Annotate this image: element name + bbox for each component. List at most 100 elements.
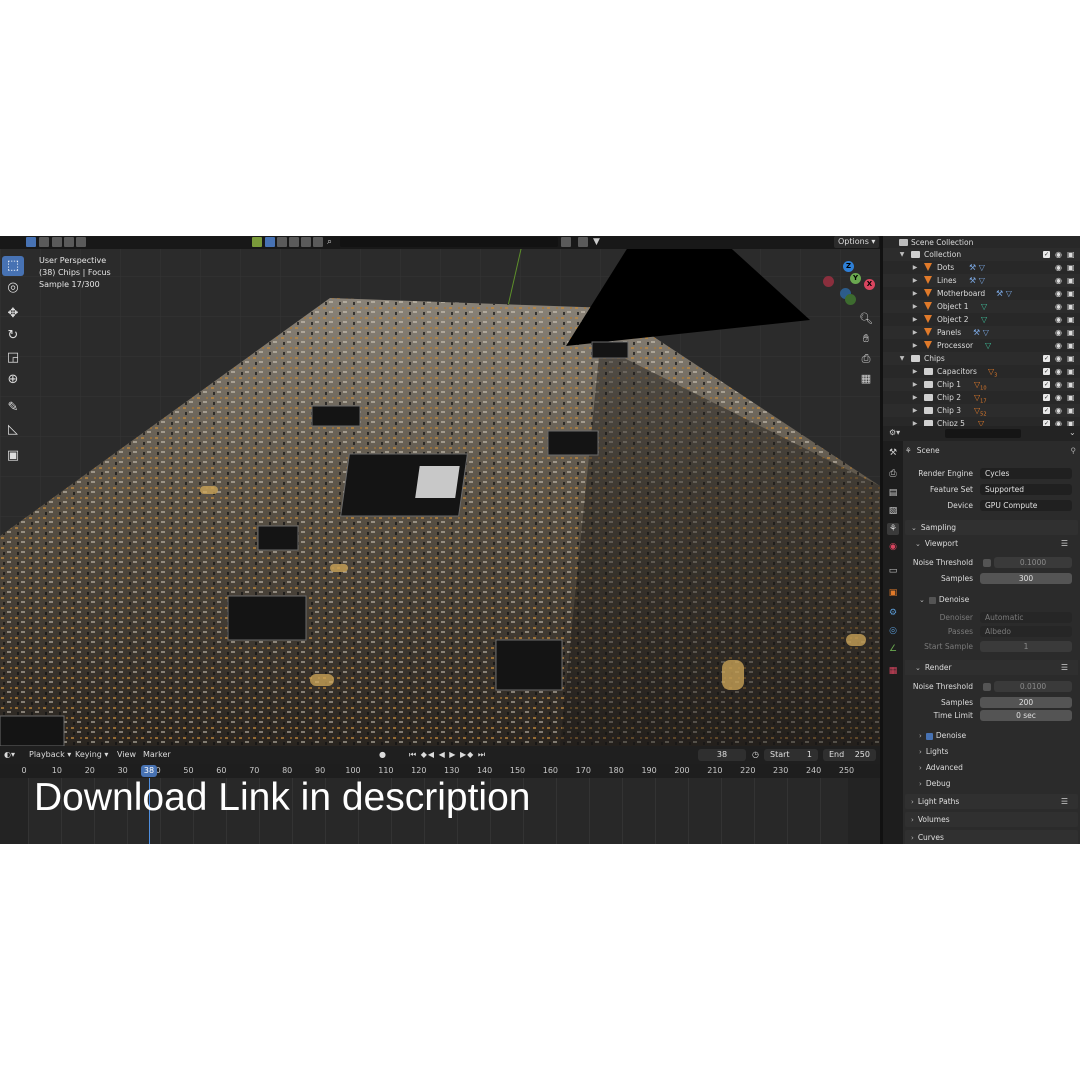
render-denoise-checkbox[interactable] xyxy=(925,732,933,740)
render-camera-icon[interactable]: ▣ xyxy=(1067,404,1075,417)
viewport-subpanel-header[interactable]: ⌄ Viewport ☰ xyxy=(905,536,1078,551)
end-frame-field[interactable]: End 250 xyxy=(823,749,876,761)
visibility-eye-icon[interactable]: ◉ xyxy=(1055,365,1062,378)
gizmo-icon[interactable] xyxy=(313,237,323,247)
viewport-noise-threshold-field[interactable]: 0.1000 xyxy=(994,557,1072,568)
expand-arrow-icon[interactable]: ▶ xyxy=(911,300,919,313)
transform-icon[interactable]: ⊕ xyxy=(2,370,24,390)
outliner-row-capacitors[interactable]: ▶ Capacitors ▽3 ✓ ◉ ▣ xyxy=(883,365,1080,379)
render-denoise-subpanel[interactable]: › Denoise xyxy=(905,728,1078,743)
expand-arrow-icon[interactable]: ▶ xyxy=(911,391,919,404)
select-intersect-icon[interactable] xyxy=(76,237,86,247)
object-tab-icon[interactable]: ▣ xyxy=(887,587,899,599)
render-camera-icon[interactable]: ▣ xyxy=(1067,365,1075,378)
outliner-row-chipz-5[interactable]: ▶ Chipz 5 ▽ ✓ ◉ ▣ xyxy=(883,417,1080,426)
move-icon[interactable]: ✥ xyxy=(2,304,24,324)
advanced-subpanel[interactable]: › Advanced xyxy=(905,760,1078,775)
noise-threshold-checkbox[interactable] xyxy=(983,683,991,691)
render-samples-field[interactable]: 200 xyxy=(980,697,1072,708)
render-subpanel-header[interactable]: ⌄ Render ☰ xyxy=(905,660,1078,675)
outliner-row-object-2[interactable]: ▶ Object 2 ▽ ◉ ▣ xyxy=(883,313,1080,326)
outliner-row-chip-1[interactable]: ▶ Chip 1 ▽10 ✓ ◉ ▣ xyxy=(883,378,1080,392)
noise-threshold-checkbox[interactable] xyxy=(983,559,991,567)
wireframe-shading-icon[interactable] xyxy=(277,237,287,247)
gizmo-z-axis[interactable]: Z xyxy=(843,261,854,272)
outliner-row-motherboard[interactable]: ▶ Motherboard ⚒ ▽ ◉ ▣ xyxy=(883,287,1080,300)
tool-tab-icon[interactable]: ⚒ xyxy=(887,447,899,459)
visibility-eye-icon[interactable]: ◉ xyxy=(1055,326,1062,339)
cursor-icon[interactable]: ◎ xyxy=(2,278,24,298)
view-menu[interactable]: View xyxy=(117,746,136,764)
gizmo-y-axis[interactable]: Y xyxy=(850,273,861,284)
render-camera-icon[interactable]: ▣ xyxy=(1067,378,1075,391)
outliner-row-object-1[interactable]: ▶ Object 1 ▽ ◉ ▣ xyxy=(883,300,1080,313)
start-sample-field[interactable]: 1 xyxy=(980,641,1072,652)
visibility-eye-icon[interactable]: ◉ xyxy=(1055,248,1062,261)
exclude-checkbox[interactable]: ✓ xyxy=(1043,251,1050,258)
gizmo-neg-y[interactable] xyxy=(845,294,856,305)
expand-arrow-icon[interactable]: ▶ xyxy=(911,378,919,391)
outliner-row-processor[interactable]: ▶ Processor ▽ ◉ ▣ xyxy=(883,339,1080,352)
exclude-checkbox[interactable]: ✓ xyxy=(1043,381,1050,388)
modifier-tab-icon[interactable]: ⚙ xyxy=(887,607,899,619)
world-tab-icon[interactable]: ◉ xyxy=(887,541,899,553)
editor-type-icon[interactable]: ⚙▾ xyxy=(889,428,900,437)
material-shading-icon[interactable] xyxy=(289,237,299,247)
collection-tab-icon[interactable]: ▭ xyxy=(887,565,899,577)
marker-menu[interactable]: Marker xyxy=(143,746,171,764)
expand-arrow-icon[interactable]: ▶ xyxy=(911,261,919,274)
playback-menu[interactable]: Playback ▾ xyxy=(29,746,71,764)
visibility-eye-icon[interactable]: ◉ xyxy=(1055,378,1062,391)
expand-arrow-icon[interactable]: ▶ xyxy=(911,404,919,417)
viewport-samples-field[interactable]: 300 xyxy=(980,573,1072,584)
physics-tab-icon[interactable]: ◎ xyxy=(887,625,899,637)
render-camera-icon[interactable]: ▣ xyxy=(1067,261,1075,274)
camera-view-icon[interactable]: ⎙ xyxy=(857,350,875,368)
render-camera-icon[interactable]: ▣ xyxy=(1067,313,1075,326)
presets-list-icon[interactable]: ☰ xyxy=(1061,794,1068,809)
outliner-row-collection[interactable]: ▼ Collection ✓ ◉ ▣ xyxy=(883,248,1080,261)
properties-search-input[interactable] xyxy=(945,429,1021,438)
expand-arrow-icon[interactable]: ▶ xyxy=(911,326,919,339)
sampling-panel-header[interactable]: ⌄ Sampling xyxy=(905,520,1078,535)
constraints-tab-icon[interactable]: ∠ xyxy=(887,643,899,655)
start-frame-field[interactable]: Start 1 xyxy=(764,749,818,761)
render-camera-icon[interactable]: ▣ xyxy=(1067,339,1075,352)
expand-arrow-icon[interactable]: ▶ xyxy=(911,339,919,352)
gizmo-neg-x[interactable] xyxy=(823,276,834,287)
select-invert-icon[interactable] xyxy=(64,237,74,247)
solid-shading-icon[interactable] xyxy=(265,237,275,247)
exclude-checkbox[interactable]: ✓ xyxy=(1043,394,1050,401)
viewport-search-input[interactable] xyxy=(340,237,558,247)
collapse-arrow-icon[interactable]: ▼ xyxy=(898,248,906,261)
select-extend-icon[interactable] xyxy=(39,237,49,247)
texture-tab-icon[interactable]: ▦ xyxy=(887,665,899,677)
editor-type-icon[interactable]: ◐▾ xyxy=(4,746,15,764)
render-engine-select[interactable]: Cycles xyxy=(980,468,1072,479)
visibility-eye-icon[interactable]: ◉ xyxy=(1055,339,1062,352)
visibility-eye-icon[interactable]: ◉ xyxy=(1055,287,1062,300)
visibility-eye-icon[interactable]: ◉ xyxy=(1055,352,1062,365)
outliner-row-lines[interactable]: ▶ Lines ⚒ ▽ ◉ ▣ xyxy=(883,274,1080,287)
visibility-eye-icon[interactable]: ◉ xyxy=(1055,274,1062,287)
current-frame-field[interactable]: 38 xyxy=(698,749,746,761)
select-box-icon[interactable]: ⬚ xyxy=(2,256,24,276)
collapse-arrow-icon[interactable]: ▼ xyxy=(898,352,906,365)
presets-list-icon[interactable]: ☰ xyxy=(1061,536,1068,551)
render-camera-icon[interactable]: ▣ xyxy=(1067,274,1075,287)
denoiser-select[interactable]: Automatic xyxy=(980,612,1072,623)
lights-subpanel[interactable]: › Lights xyxy=(905,744,1078,759)
clock-icon[interactable]: ◷ xyxy=(752,746,759,764)
filter-icon[interactable]: ▼ xyxy=(593,237,603,247)
rendered-shading-icon[interactable] xyxy=(301,237,311,247)
passes-select[interactable]: Albedo xyxy=(980,626,1072,637)
record-icon[interactable]: ● xyxy=(379,746,386,764)
pan-hand-icon[interactable]: ✋︎ xyxy=(857,330,875,348)
render-tab-icon[interactable]: ⎙ xyxy=(887,468,899,480)
volumes-panel-header[interactable]: › Volumes xyxy=(905,812,1078,827)
render-camera-icon[interactable]: ▣ xyxy=(1067,326,1075,339)
visibility-eye-icon[interactable]: ◉ xyxy=(1055,404,1062,417)
playback-controls[interactable]: ⏮ ◆◀ ◀ ▶ ▶◆ ⏭ xyxy=(409,746,486,764)
options-button[interactable]: Options ▾ xyxy=(834,236,880,248)
render-camera-icon[interactable]: ▣ xyxy=(1067,391,1075,404)
